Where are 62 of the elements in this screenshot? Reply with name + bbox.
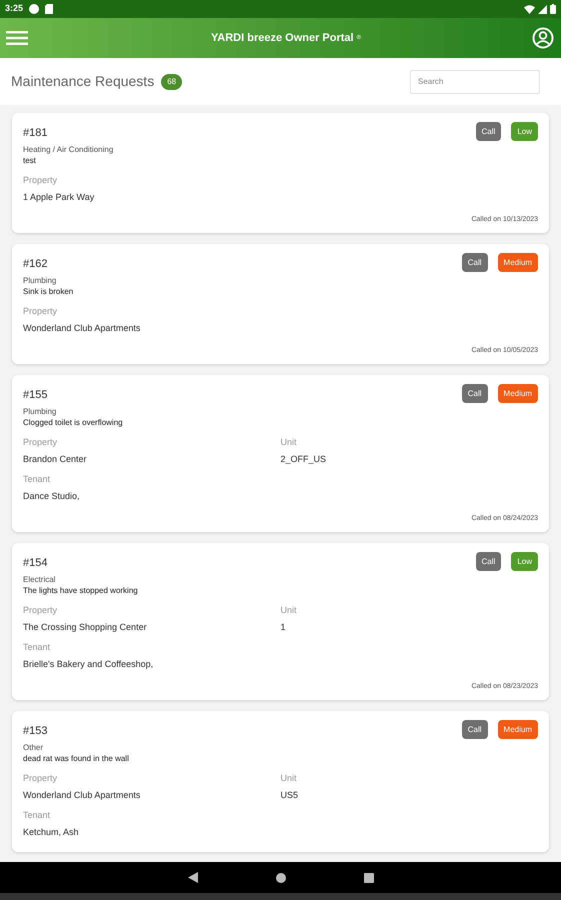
request-category: Heating / Air Conditioning — [23, 144, 114, 154]
wifi-icon — [524, 4, 535, 14]
recents-icon[interactable] — [364, 872, 374, 882]
page-title: Maintenance Requests — [11, 72, 154, 91]
field-value: Wonderland Club Apartments — [23, 788, 142, 802]
field-label: Property — [23, 304, 58, 318]
signal-icon — [538, 4, 547, 14]
call-button[interactable]: Call — [462, 253, 488, 272]
field-label: Property — [23, 174, 58, 187]
field-label: Tenant — [23, 808, 52, 822]
field-value: Brielle's Bakery and Coffeeshop, — [23, 658, 154, 671]
field-value: 2_OFF_US — [280, 452, 328, 466]
field-label: Property — [23, 772, 58, 785]
call-button[interactable]: Call — [476, 552, 502, 571]
field-label: Unit — [280, 436, 298, 448]
battery-icon — [550, 4, 556, 14]
request-card[interactable]: #153 Call Medium Other dead rat was found in the wall Property Wonderland Club Apartments Unit US5 Tenant Ketchum, Ash — [12, 711, 549, 852]
priority-badge: Medium — [498, 253, 538, 272]
call-button[interactable]: Call — [462, 384, 488, 403]
field-label: Tenant — [23, 472, 52, 486]
priority-badge: Low — [511, 552, 538, 571]
request-number: #155 — [23, 388, 48, 403]
field-value: Dance Studio, — [23, 490, 81, 502]
request-description: Sink is broken — [23, 286, 74, 296]
request-number: #162 — [23, 257, 48, 272]
request-number: #153 — [23, 724, 48, 739]
app-title: YARDI breeze Owner Portal — [210, 30, 354, 46]
sd-card-icon — [45, 4, 54, 14]
request-category: Other — [23, 742, 44, 752]
field-label: Unit — [280, 772, 298, 784]
request-category: Plumbing — [23, 274, 58, 286]
field-value: US5 — [280, 788, 300, 802]
field-label: Property — [23, 436, 58, 449]
call-button[interactable]: Call — [462, 720, 488, 739]
field-value: Brandon Center — [23, 452, 88, 466]
field-value: Ketchum, Ash — [23, 826, 80, 838]
search-field[interactable]: Search — [410, 70, 540, 94]
request-description: test — [23, 154, 37, 166]
request-number: #154 — [23, 556, 48, 571]
field-value: 1 — [280, 620, 287, 634]
request-description: dead rat was found in the wall — [23, 752, 130, 764]
home-icon[interactable] — [276, 872, 286, 882]
account-icon[interactable] — [532, 27, 554, 49]
request-description: Clogged toilet is overflowing — [23, 416, 124, 428]
request-number: #181 — [23, 126, 48, 141]
field-label: Property — [23, 604, 58, 617]
status-time: 3:25 — [5, 2, 24, 16]
priority-badge: Medium — [498, 384, 538, 403]
field-value: 1 Apple Park Way — [23, 190, 96, 204]
request-description: The lights have stopped working — [23, 584, 139, 596]
call-button[interactable]: Call — [476, 122, 502, 141]
back-icon[interactable] — [188, 872, 198, 883]
count-badge: 68 — [161, 74, 182, 90]
request-category: Electrical — [23, 574, 56, 584]
field-label: Tenant — [23, 640, 52, 654]
priority-badge: Medium — [498, 720, 538, 739]
field-value: The Crossing Shopping Center — [23, 620, 148, 634]
request-category: Plumbing — [23, 406, 58, 416]
priority-badge: Low — [511, 122, 538, 141]
field-value: Wonderland Club Apartments — [23, 322, 142, 335]
notification-icon — [29, 4, 40, 14]
field-label: Unit — [280, 604, 298, 616]
